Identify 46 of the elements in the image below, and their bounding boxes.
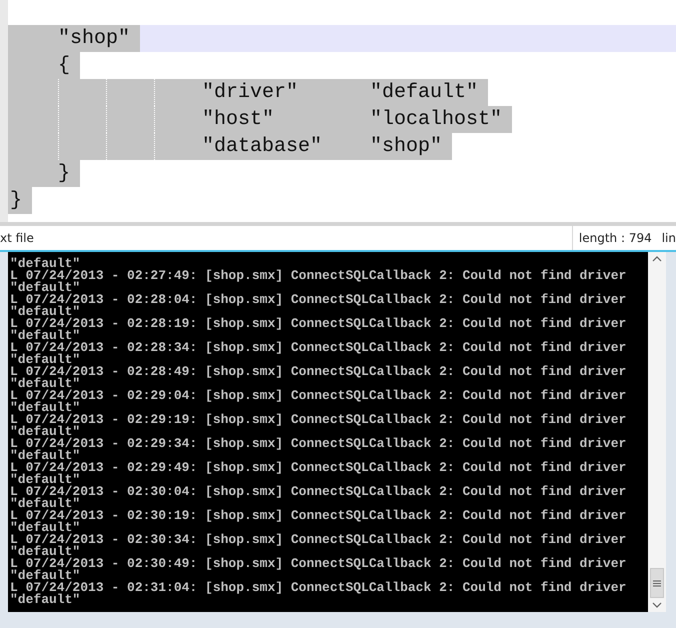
code-text: "shop" bbox=[370, 134, 442, 160]
log-line: "default" bbox=[10, 474, 80, 486]
code-text: "localhost" bbox=[370, 107, 502, 133]
scroll-down-icon[interactable] bbox=[652, 602, 662, 608]
log-line: "default" bbox=[10, 546, 80, 558]
log-line: "default" bbox=[10, 306, 80, 318]
log-line: "default" bbox=[10, 378, 80, 390]
log-line: L 07/24/2013 - 02:28:19: [shop.smx] ConnectSQLCallback 2: Could not find driver bbox=[10, 318, 626, 330]
code-text: "default" bbox=[370, 80, 478, 106]
log-line: "default" bbox=[10, 522, 80, 534]
file-type-label: xt file bbox=[0, 231, 35, 245]
log-line: "default" bbox=[10, 330, 80, 342]
scroll-up-icon[interactable] bbox=[652, 256, 662, 262]
code-text: } bbox=[10, 188, 22, 214]
log-line: L 07/24/2013 - 02:29:19: [shop.smx] ConnectSQLCallback 2: Could not find driver bbox=[10, 414, 626, 426]
log-line: L 07/24/2013 - 02:31:04: [shop.smx] ConnectSQLCallback 2: Could not find driver bbox=[10, 582, 626, 594]
log-line: "default" bbox=[10, 498, 80, 510]
log-line: L 07/24/2013 - 02:27:49: [shop.smx] ConnectSQLCallback 2: Could not find driver bbox=[10, 270, 626, 282]
log-line: L 07/24/2013 - 02:30:19: [shop.smx] ConnectSQLCallback 2: Could not find driver bbox=[10, 510, 626, 522]
log-line: L 07/24/2013 - 02:28:49: [shop.smx] ConnectSQLCallback 2: Could not find driver bbox=[10, 366, 626, 378]
status-label: lin bbox=[662, 231, 676, 245]
log-line: L 07/24/2013 - 02:28:04: [shop.smx] ConnectSQLCallback 2: Could not find driver bbox=[10, 294, 626, 306]
log-line: L 07/24/2013 - 02:28:34: [shop.smx] ConnectSQLCallback 2: Could not find driver bbox=[10, 342, 626, 354]
log-line: "default" bbox=[10, 594, 80, 606]
log-line: "default" bbox=[10, 450, 80, 462]
code-text: } bbox=[58, 161, 70, 187]
log-line: "default" bbox=[10, 282, 80, 294]
log-line: L 07/24/2013 - 02:29:34: [shop.smx] ConnectSQLCallback 2: Could not find driver bbox=[10, 438, 626, 450]
log-line: L 07/24/2013 - 02:30:34: [shop.smx] ConnectSQLCallback 2: Could not find driver bbox=[10, 534, 626, 546]
log-line: L 07/24/2013 - 02:29:49: [shop.smx] ConnectSQLCallback 2: Could not find driver bbox=[10, 462, 626, 474]
scroll-thumb[interactable] bbox=[650, 568, 664, 598]
log-line: "default" bbox=[10, 402, 80, 414]
log-line: L 07/24/2013 - 02:30:49: [shop.smx] ConnectSQLCallback 2: Could not find driver bbox=[10, 558, 626, 570]
code-text: "shop" bbox=[58, 26, 130, 52]
scrollbar[interactable] bbox=[648, 252, 666, 612]
log-line: "default" bbox=[10, 570, 80, 582]
log-line: "default" bbox=[10, 354, 80, 366]
log-line: L 07/24/2013 - 02:29:04: [shop.smx] ConnectSQLCallback 2: Could not find driver bbox=[10, 390, 626, 402]
code-text: "database" bbox=[202, 134, 324, 160]
log-line: "default" bbox=[10, 258, 80, 270]
log-line: "default" bbox=[10, 426, 80, 438]
grip-icon bbox=[653, 580, 661, 586]
code-text: "driver" bbox=[202, 80, 300, 106]
code-text: "host" bbox=[202, 107, 276, 133]
code-text: { bbox=[58, 53, 70, 79]
log-line: L 07/24/2013 - 02:30:04: [shop.smx] ConnectSQLCallback 2: Could not find driver bbox=[10, 486, 626, 498]
